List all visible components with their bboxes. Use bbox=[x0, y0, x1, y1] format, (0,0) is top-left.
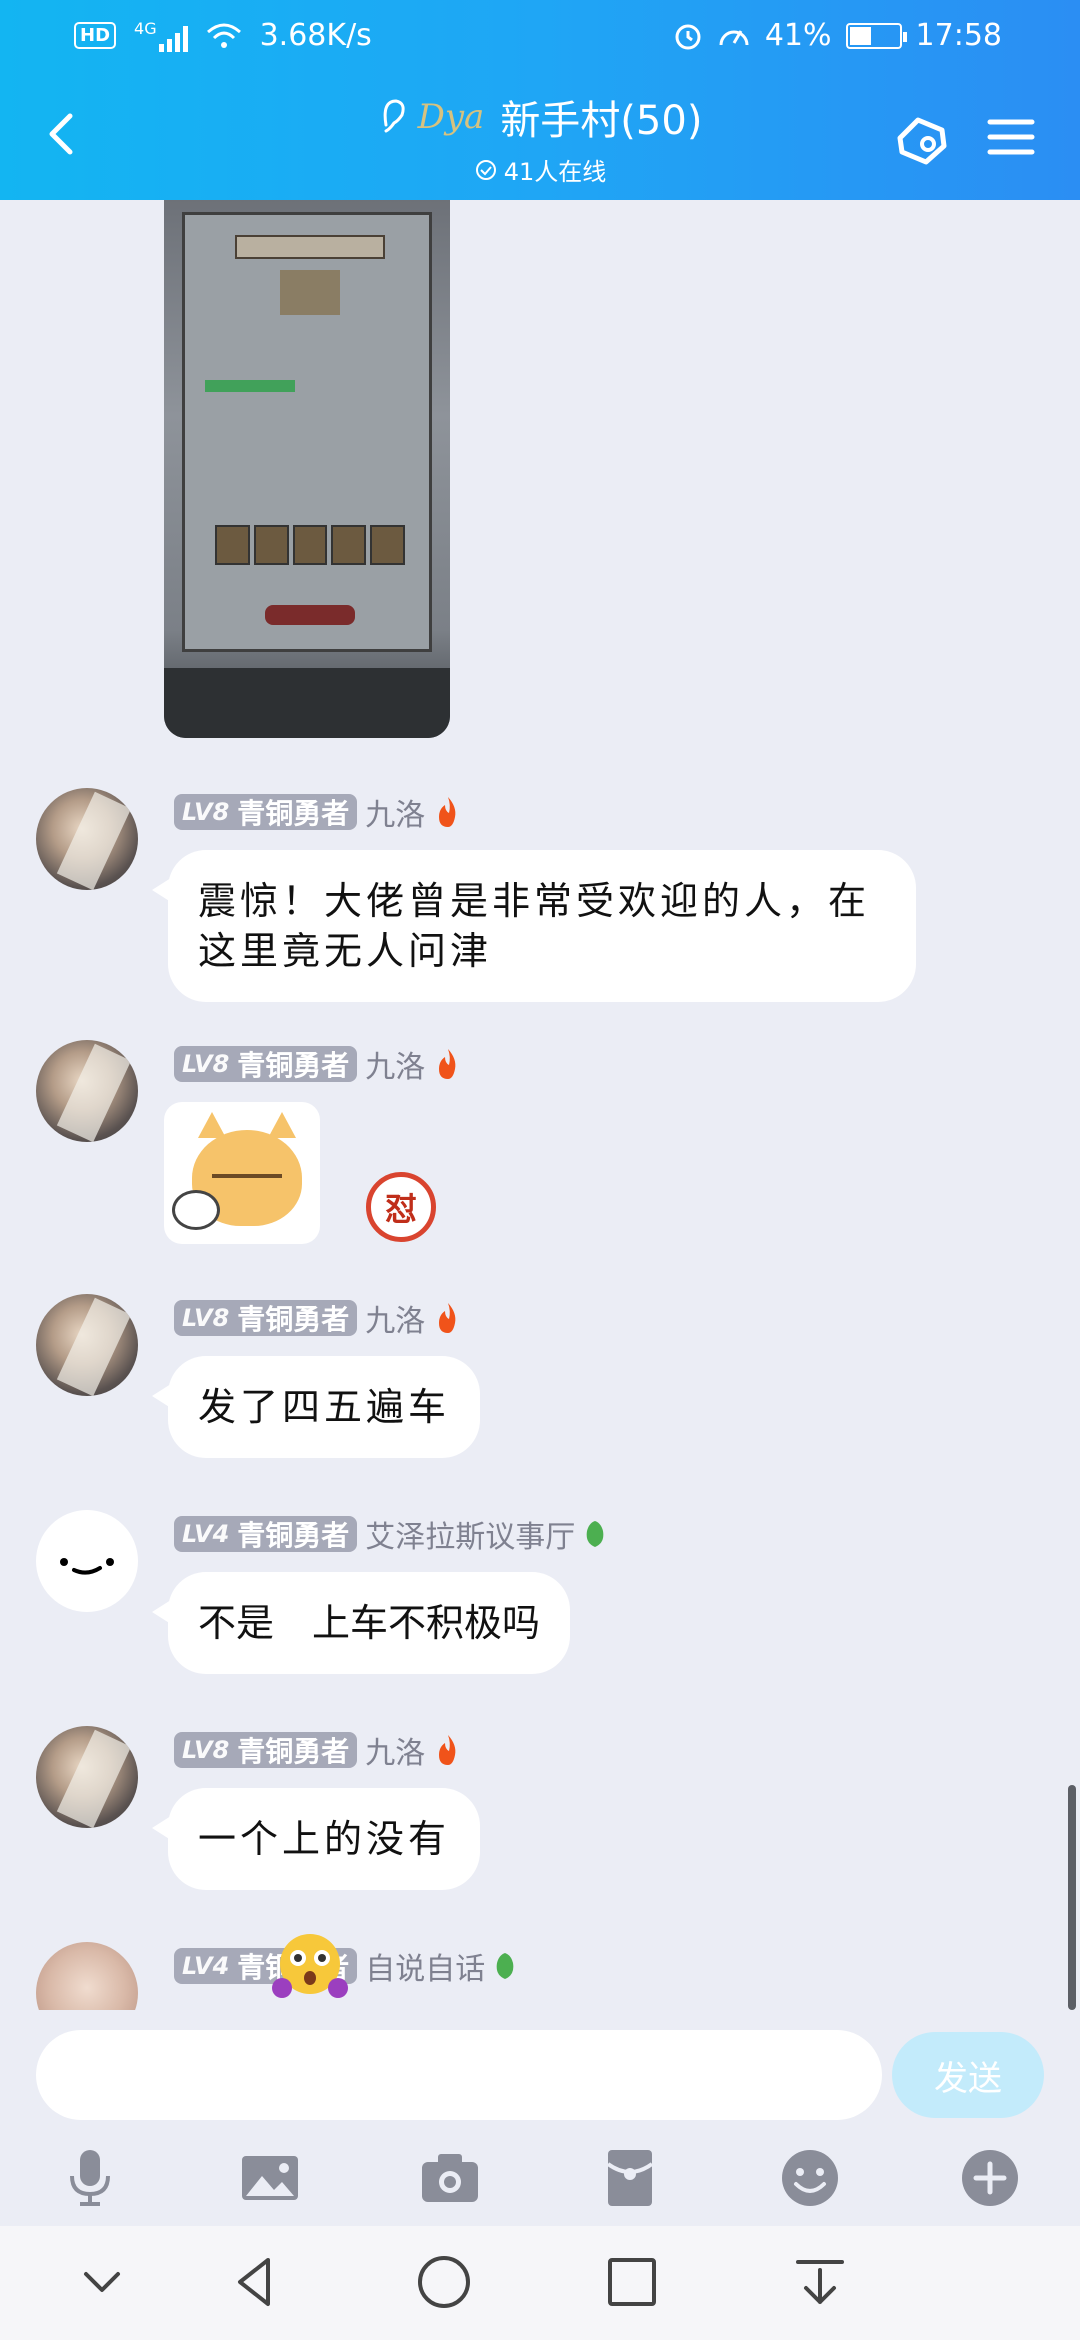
check-circle-icon bbox=[475, 159, 496, 180]
group-logo-text: Dya bbox=[417, 97, 485, 137]
message-text: 不是 上车不积极吗 bbox=[198, 1601, 541, 1645]
avatar[interactable] bbox=[36, 1510, 138, 1612]
avatar[interactable] bbox=[36, 788, 138, 890]
message-text: 发了四五遍车 bbox=[198, 1385, 451, 1429]
network-type: 4G bbox=[134, 19, 157, 38]
message-input[interactable] bbox=[36, 2030, 882, 2120]
level-badge: LV8 青铜勇者 bbox=[174, 794, 358, 830]
flame-icon bbox=[439, 797, 456, 827]
avatar[interactable] bbox=[36, 1726, 138, 1828]
flame-icon bbox=[439, 1303, 456, 1333]
level-badge: LV8 青铜勇者 bbox=[174, 1300, 358, 1336]
app-header: HD 4G 3.68K/s 41% 17:58 Dya 新手村(50) 41人在… bbox=[0, 0, 1080, 200]
battery-percent: 41% bbox=[764, 18, 832, 53]
home-icon[interactable] bbox=[414, 2252, 474, 2312]
chat-scrollbar[interactable] bbox=[1068, 1785, 1076, 2010]
sender-name[interactable]: 九洛 bbox=[365, 790, 425, 834]
battery-icon bbox=[845, 22, 907, 49]
sender-name[interactable]: 九洛 bbox=[365, 1728, 425, 1772]
back-icon[interactable] bbox=[226, 2252, 286, 2312]
speedometer-icon bbox=[719, 29, 749, 45]
composer: 发送 bbox=[0, 2010, 1080, 2226]
reaction-badge[interactable]: 怼 bbox=[366, 1172, 436, 1242]
red-packet-icon[interactable] bbox=[598, 2146, 662, 2210]
download-icon[interactable] bbox=[790, 2252, 850, 2312]
menu-icon[interactable] bbox=[976, 102, 1046, 172]
composer-toolbar bbox=[0, 2146, 1080, 2226]
camera-icon[interactable] bbox=[418, 2146, 482, 2210]
plus-icon[interactable] bbox=[958, 2146, 1022, 2210]
avatar[interactable] bbox=[36, 1942, 138, 2010]
microphone-icon[interactable] bbox=[58, 2146, 122, 2210]
collapse-icon[interactable] bbox=[72, 2252, 132, 2312]
game-controller-icon[interactable] bbox=[888, 102, 958, 172]
chat-message-list[interactable]: LV8 青铜勇者 九洛 震惊！大佬曾是非常受欢迎的人，在这里竟无人问津 LV8 青铜… bbox=[0, 200, 1080, 2010]
title-bar: Dya 新手村(50) 41人在线 bbox=[0, 74, 1080, 200]
net-speed: 3.68K/s bbox=[259, 18, 372, 53]
level-badge: LV8 青铜勇者 bbox=[174, 1046, 358, 1082]
sender-name[interactable]: 九洛 bbox=[365, 1296, 425, 1340]
avatar[interactable] bbox=[36, 1294, 138, 1396]
level-badge: LV8 青铜勇者 bbox=[174, 1732, 358, 1768]
hd-badge: HD bbox=[74, 22, 117, 49]
ear-icon[interactable] bbox=[378, 95, 408, 139]
wifi-icon bbox=[206, 23, 241, 48]
message-bubble[interactable]: 震惊！大佬曾是非常受欢迎的人，在这里竟无人问津 bbox=[152, 850, 916, 1002]
sender-name[interactable]: 自说自话 bbox=[365, 1944, 485, 1988]
level-badge: LV4青铜勇者 bbox=[174, 1516, 358, 1552]
message-text: 震惊！大佬曾是非常受欢迎的人，在这里竟无人问津 bbox=[198, 879, 871, 973]
avatar[interactable] bbox=[36, 1040, 138, 1142]
signal-indicator: 4G bbox=[134, 19, 188, 52]
cat-sticker[interactable] bbox=[164, 1102, 320, 1244]
status-bar: HD 4G 3.68K/s 41% 17:58 bbox=[0, 0, 1080, 74]
send-button[interactable]: 发送 bbox=[892, 2032, 1044, 2118]
shared-game-screenshot[interactable] bbox=[164, 200, 450, 738]
image-icon[interactable] bbox=[238, 2146, 302, 2210]
flame-icon bbox=[439, 1735, 456, 1765]
online-count: 41人在线 bbox=[474, 152, 607, 187]
message-bubble[interactable]: 不是 上车不积极吗 bbox=[151, 1572, 571, 1674]
sprout-icon bbox=[586, 1521, 604, 1547]
sender-name[interactable]: 九洛 bbox=[365, 1042, 425, 1086]
recents-icon[interactable] bbox=[602, 2252, 662, 2312]
clock: 17:58 bbox=[915, 18, 1002, 53]
online-count-label: 41人在线 bbox=[503, 158, 607, 186]
signal-icon bbox=[158, 26, 188, 52]
flame-icon bbox=[439, 1049, 456, 1079]
emoji-icon[interactable] bbox=[778, 2146, 842, 2210]
sprout-icon bbox=[496, 1953, 514, 1979]
floating-emoji-icon bbox=[272, 1934, 348, 1998]
message-bubble[interactable]: 一个上的没有 bbox=[151, 1788, 481, 1890]
alarm-icon bbox=[675, 24, 701, 49]
group-title[interactable]: 新手村(50) bbox=[500, 88, 702, 146]
message-bubble[interactable]: 发了四五遍车 bbox=[151, 1356, 481, 1458]
system-nav-bar bbox=[0, 2226, 1080, 2340]
message-text: 一个上的没有 bbox=[198, 1817, 451, 1861]
sender-name[interactable]: 艾泽拉斯议事厅 bbox=[365, 1512, 575, 1556]
